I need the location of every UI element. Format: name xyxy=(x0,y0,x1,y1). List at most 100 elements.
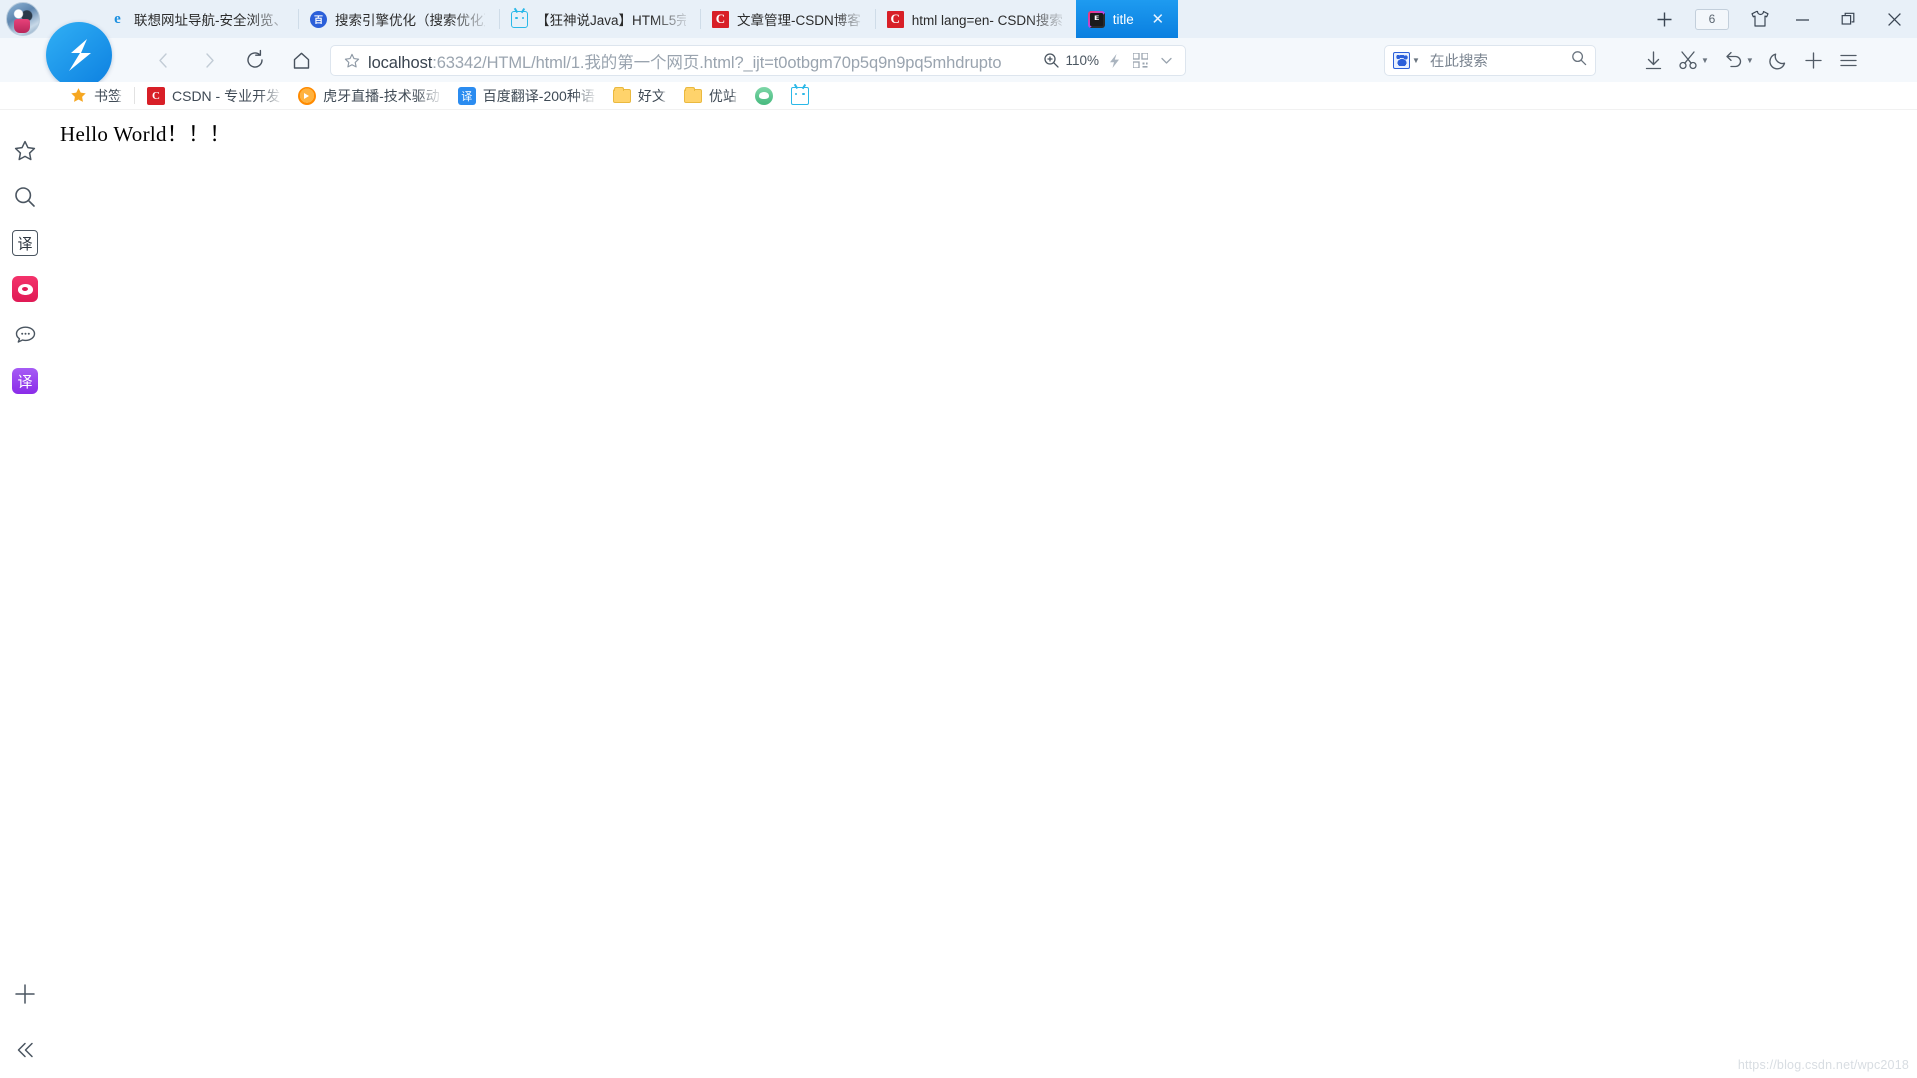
history-button[interactable]: ▼ xyxy=(1716,38,1761,82)
screenshot-button[interactable]: ▼ xyxy=(1671,38,1716,82)
sidebar-add-button[interactable] xyxy=(0,966,50,1022)
search-box[interactable]: ▼ 在此搜索 xyxy=(1384,45,1596,76)
tab-title: 联想网址导航-安全浏览、极 xyxy=(134,13,284,28)
skin-tshirt-icon[interactable] xyxy=(1741,0,1779,38)
lightning-icon[interactable] xyxy=(1101,48,1127,74)
chevron-down-icon[interactable]: ▼ xyxy=(1746,56,1754,65)
bookmark-item[interactable]: 译 百度翻译-200种语 xyxy=(449,84,604,108)
zoom-in-icon xyxy=(1044,53,1060,68)
sidebar-item-messages[interactable] xyxy=(5,312,45,358)
sidebar-item-translate-purple[interactable]: 译 xyxy=(5,358,45,404)
browser-tab[interactable]: 百 搜索引擎优化（搜索优化）_ xyxy=(298,0,499,38)
browser-tab[interactable]: C html lang=en- CSDN搜索 xyxy=(874,0,1076,38)
intellij-idea-icon xyxy=(1087,10,1105,28)
qr-code-icon[interactable] xyxy=(1127,48,1153,74)
browser-tab-active[interactable]: title ✕ xyxy=(1075,0,1178,38)
search-input[interactable]: 在此搜索 xyxy=(1430,50,1571,71)
bookmark-label: 优站 xyxy=(708,87,737,104)
watermark-text: https://blog.csdn.net/wpc2018 xyxy=(1737,1058,1909,1072)
bookmark-label: 百度翻译-200种语 xyxy=(482,87,595,104)
bookmark-star-icon[interactable] xyxy=(341,53,363,69)
scissors-icon xyxy=(1679,50,1697,69)
user-avatar[interactable] xyxy=(6,2,40,36)
edge-icon: e xyxy=(114,10,121,27)
divider xyxy=(134,87,135,104)
main-menu-button[interactable] xyxy=(1831,38,1866,82)
home-button[interactable] xyxy=(278,38,324,82)
download-icon xyxy=(1645,50,1662,69)
huya-icon xyxy=(298,86,317,105)
maximize-restore-button[interactable] xyxy=(1825,0,1871,38)
add-extension-button[interactable] xyxy=(1796,38,1831,82)
baidu-paw-icon[interactable] xyxy=(1393,52,1410,69)
back-icon xyxy=(158,52,167,68)
baidu-translate-icon: 译 xyxy=(457,86,476,105)
night-mode-button[interactable] xyxy=(1761,38,1796,82)
sidebar-item-translate[interactable]: 译 xyxy=(5,220,45,266)
download-button[interactable] xyxy=(1636,38,1671,82)
browser-logo-icon xyxy=(69,39,91,71)
bookmark-item[interactable]: 虎牙直播-技术驱动 xyxy=(289,84,449,108)
baidu-icon: 百 xyxy=(310,10,327,28)
browser-tab-bar: e 联想网址导航-安全浏览、极 百 搜索引擎优化（搜索优化）_ 【狂神说Java… xyxy=(0,0,1917,38)
close-icon[interactable]: ✕ xyxy=(1150,11,1166,27)
reload-button[interactable] xyxy=(232,38,278,82)
browser-tab[interactable]: C 文章管理-CSDN博客 xyxy=(700,0,875,38)
new-tab-button[interactable] xyxy=(1645,0,1683,38)
browser-toolbar: localhost:63342/HTML/html/1.我的第一个网页.html… xyxy=(0,22,1917,88)
bookmark-label: 书签 xyxy=(94,87,122,104)
tab-title: 搜索引擎优化（搜索优化）_ xyxy=(335,13,485,28)
reload-icon xyxy=(247,49,263,68)
zoom-level-label: 110% xyxy=(1065,53,1099,68)
panda-icon xyxy=(754,86,773,105)
sidebar-item-favorites[interactable] xyxy=(5,128,45,174)
chevron-down-icon[interactable] xyxy=(1153,48,1179,74)
address-bar-url: localhost:63342/HTML/html/1.我的第一个网页.html… xyxy=(368,49,1043,73)
translate-box-icon: 译 xyxy=(12,230,38,256)
moon-icon xyxy=(1769,53,1786,69)
chevron-down-icon[interactable]: ▼ xyxy=(1701,56,1709,65)
tab-title: 【狂神说Java】HTML5完整 xyxy=(536,13,686,28)
bookmark-item[interactable] xyxy=(782,84,818,108)
home-icon xyxy=(293,52,309,69)
browser-tab[interactable]: e 联想网址导航-安全浏览、极 xyxy=(97,0,298,38)
zoom-indicator[interactable]: 110% xyxy=(1043,52,1101,69)
browser-tab[interactable]: 【狂神说Java】HTML5完整 xyxy=(499,0,700,38)
tab-count-badge[interactable]: 6 xyxy=(1695,8,1729,30)
forward-button[interactable] xyxy=(186,38,232,82)
plus-icon xyxy=(1805,51,1822,69)
bookmark-item[interactable]: C CSDN - 专业开发 xyxy=(138,84,289,108)
bookmark-folder[interactable]: 好文 xyxy=(604,84,675,108)
star-outline-icon xyxy=(14,140,36,161)
sidebar-collapse-button[interactable] xyxy=(0,1022,50,1078)
purple-translate-icon: 译 xyxy=(12,368,38,394)
chevron-double-left-icon xyxy=(17,1042,33,1058)
folder-icon xyxy=(612,86,631,103)
sidebar-item-pink-app[interactable] xyxy=(5,266,45,312)
tab-strip: e 联想网址导航-安全浏览、极 百 搜索引擎优化（搜索优化）_ 【狂神说Java… xyxy=(97,0,1178,38)
plus-icon xyxy=(15,984,35,1004)
web-page-viewport: Hello World！！！ https://blog.csdn.net/wpc… xyxy=(50,110,1917,1078)
star-filled-icon xyxy=(69,87,87,105)
sidebar-item-search[interactable] xyxy=(5,174,45,220)
bookmark-item[interactable]: 书签 xyxy=(60,84,131,108)
tab-title: title xyxy=(1112,11,1134,27)
search-icon[interactable] xyxy=(1571,50,1587,71)
forward-icon xyxy=(205,52,214,68)
chat-bubble-icon xyxy=(15,326,35,343)
minimize-button[interactable] xyxy=(1779,0,1825,38)
tab-title: 文章管理-CSDN博客 xyxy=(737,13,861,28)
close-window-button[interactable] xyxy=(1871,0,1917,38)
url-path: :63342/HTML/html/1.我的第一个网页.html?_ijt=t0o… xyxy=(432,53,1002,72)
address-bar[interactable]: localhost:63342/HTML/html/1.我的第一个网页.html… xyxy=(330,45,1186,76)
csdn-icon: C xyxy=(712,10,729,28)
bookmark-item[interactable] xyxy=(746,84,782,108)
bookmarks-bar: 书签 C CSDN - 专业开发 虎牙直播-技术驱动 译 百度翻译-200种语 … xyxy=(0,82,1917,110)
back-button[interactable] xyxy=(140,38,186,82)
left-sidebar: 译 译 xyxy=(0,110,50,1078)
csdn-icon: C xyxy=(886,10,904,28)
chevron-down-icon[interactable]: ▼ xyxy=(1412,56,1420,65)
bookmark-folder[interactable]: 优站 xyxy=(675,84,746,108)
folder-icon xyxy=(683,86,702,103)
plus-icon xyxy=(1657,12,1671,26)
